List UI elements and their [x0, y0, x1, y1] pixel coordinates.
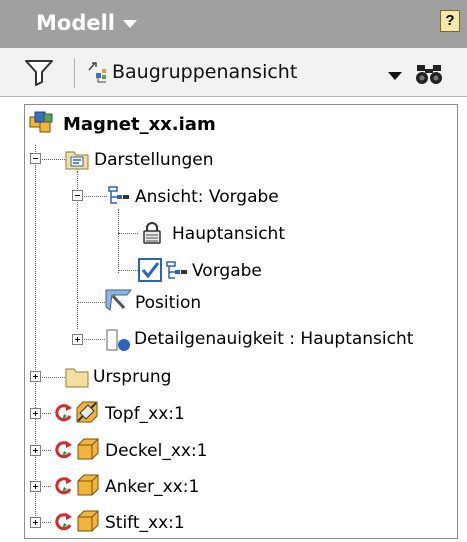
tree-item-darstellungen[interactable]: Darstellungen	[94, 150, 214, 170]
refresh-icon[interactable]	[52, 511, 74, 533]
tree-item-deckel[interactable]: Deckel_xx:1	[105, 441, 207, 461]
expand-toggle[interactable]	[30, 481, 41, 492]
view-representation-icon	[166, 261, 187, 279]
tree-connector	[35, 145, 36, 516]
tree-item-detailgenauigkeit[interactable]: Detailgenauigkeit : Hauptansicht	[134, 329, 413, 349]
expand-toggle[interactable]	[30, 445, 41, 456]
panel-header: Modell ?	[0, 0, 467, 48]
collapse-toggle[interactable]	[30, 153, 41, 164]
tree-item-vorgabe[interactable]: Vorgabe	[192, 261, 262, 281]
model-browser-tree[interactable]: Magnet_xx.iam Darstellungen Ansicht: Vor…	[24, 104, 458, 539]
position-representation-icon	[105, 289, 133, 311]
expand-toggle[interactable]	[30, 371, 41, 382]
tree-connector	[118, 209, 119, 273]
assembly-view-icon	[88, 62, 106, 83]
refresh-icon[interactable]	[52, 402, 74, 424]
chevron-down-icon[interactable]	[388, 72, 402, 80]
tree-item-position[interactable]: Position	[135, 293, 201, 313]
expand-toggle[interactable]	[30, 408, 41, 419]
browser-toolbar: Baugruppenansicht	[0, 48, 467, 97]
filter-icon[interactable]	[24, 58, 54, 86]
level-of-detail-icon	[106, 329, 130, 351]
part-with-stamp-icon	[76, 401, 98, 423]
tree-connector	[77, 302, 105, 303]
tree-item-hauptansicht[interactable]: Hauptansicht	[172, 224, 285, 244]
panel-title[interactable]: Modell	[36, 11, 115, 35]
help-button[interactable]: ?	[440, 10, 460, 32]
collapse-toggle[interactable]	[72, 190, 83, 201]
tree-item-root[interactable]: Magnet_xx.iam	[63, 114, 216, 135]
toolbar-separator	[74, 58, 75, 88]
representations-folder-icon	[65, 151, 89, 170]
tree-item-ansicht[interactable]: Ansicht: Vorgabe	[135, 187, 279, 207]
part-icon	[77, 438, 99, 460]
tree-connector	[118, 233, 138, 234]
lock-icon	[143, 222, 161, 244]
refresh-icon[interactable]	[52, 475, 74, 497]
checkbox-checked-icon[interactable]	[138, 258, 162, 282]
part-icon	[77, 474, 99, 496]
binoculars-icon[interactable]	[414, 63, 444, 85]
folder-icon	[65, 368, 89, 388]
view-selector[interactable]: Baugruppenansicht	[112, 61, 297, 83]
tree-item-topf[interactable]: Topf_xx:1	[105, 404, 185, 424]
part-icon	[77, 510, 99, 532]
assembly-icon	[29, 111, 53, 133]
tree-item-anker[interactable]: Anker_xx:1	[105, 477, 199, 497]
expand-toggle[interactable]	[72, 334, 83, 345]
tree-item-stift[interactable]: Stift_xx:1	[105, 513, 185, 533]
chevron-down-icon[interactable]	[123, 20, 137, 28]
expand-toggle[interactable]	[30, 517, 41, 528]
view-representation-icon	[108, 186, 129, 204]
refresh-icon[interactable]	[52, 439, 74, 461]
tree-connector	[118, 270, 138, 271]
tree-item-ursprung[interactable]: Ursprung	[93, 367, 171, 387]
